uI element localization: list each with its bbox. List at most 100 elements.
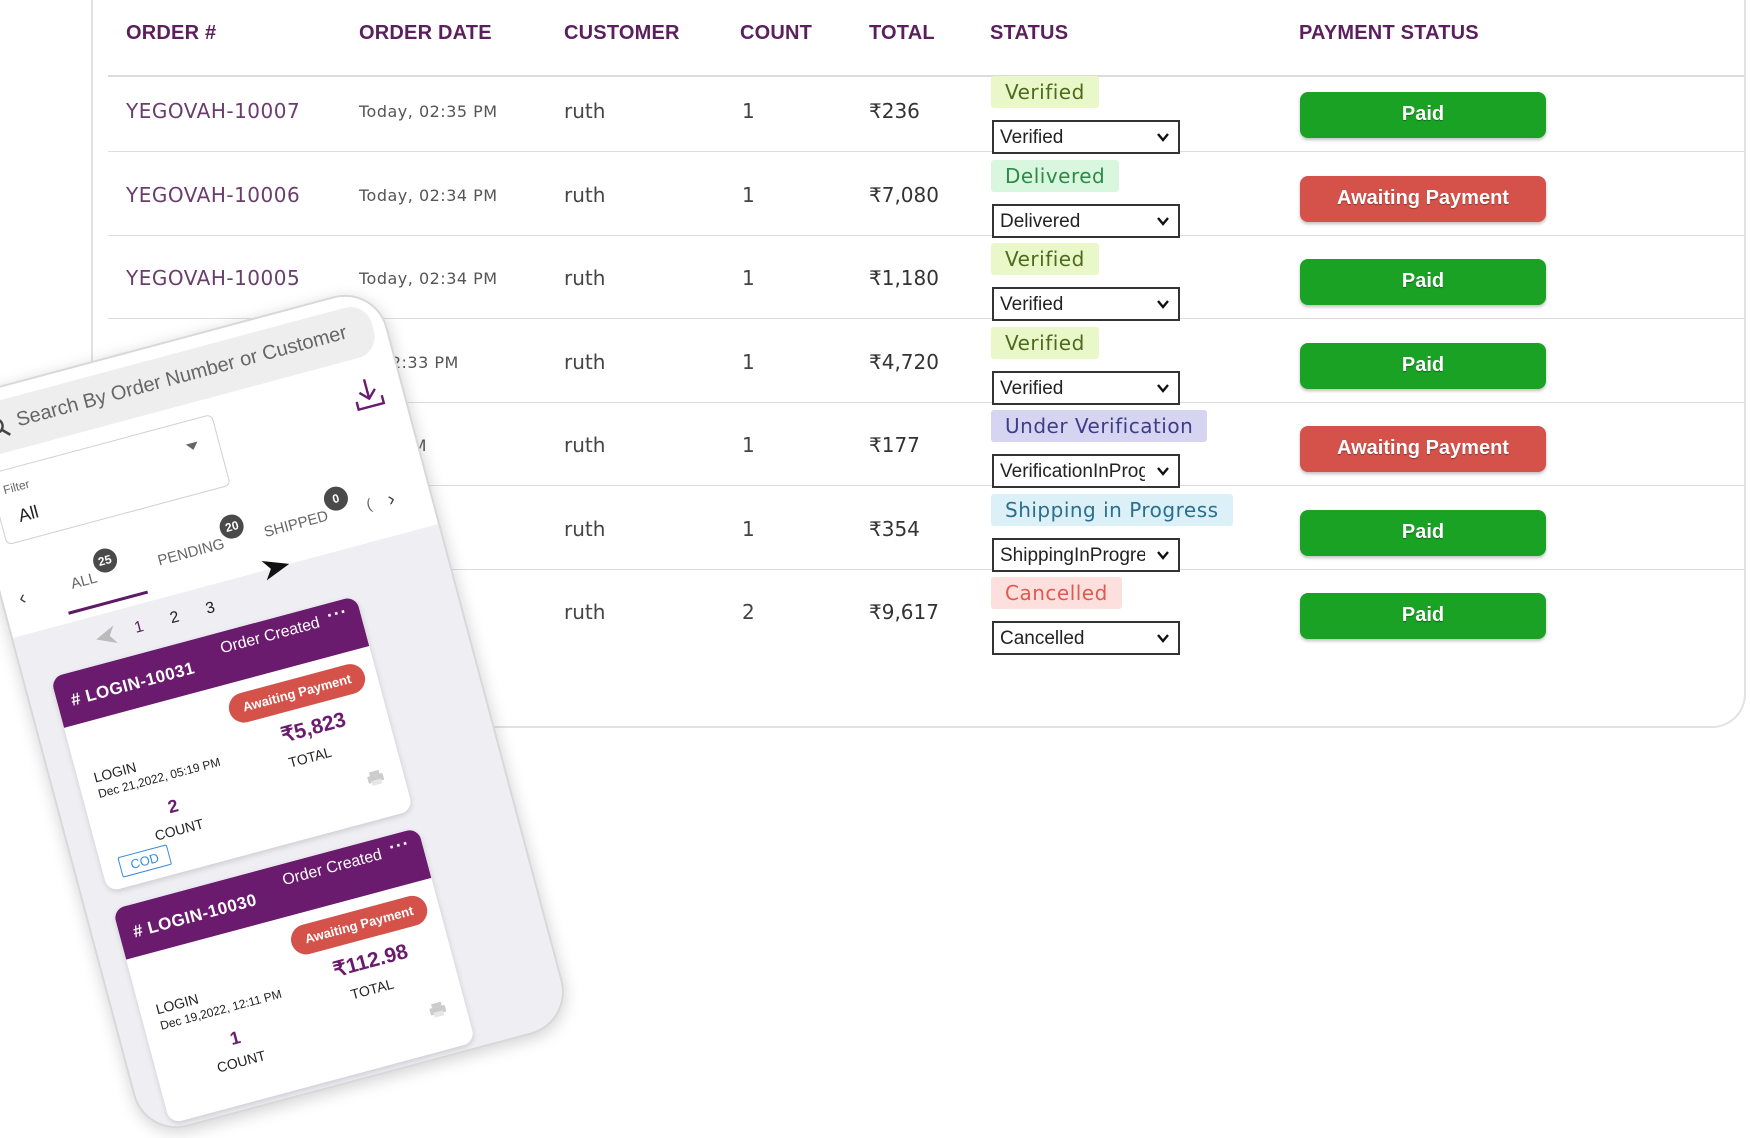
print-icon[interactable] xyxy=(366,769,385,787)
tab-shipped[interactable]: SHIPPED 0 xyxy=(262,483,351,542)
status-select-value: Verified xyxy=(1000,377,1064,399)
payment-status-button[interactable]: Awaiting Payment xyxy=(1300,175,1546,222)
order-total: ₹4,720 xyxy=(869,349,939,374)
status-select[interactable]: Cancelled xyxy=(992,621,1180,655)
order-number[interactable]: YEGOVAH-10006 xyxy=(126,183,300,207)
status-select[interactable]: Delivered xyxy=(992,203,1180,238)
item-count: 1 xyxy=(742,99,755,123)
order-date: Today, 02:34 PM xyxy=(359,269,498,288)
page-link[interactable]: 3 xyxy=(204,599,217,619)
prev-page-icon[interactable] xyxy=(91,623,120,650)
customer-name: ruth xyxy=(564,266,606,290)
payment-status-button[interactable]: Paid xyxy=(1300,92,1546,138)
filter-value: All xyxy=(16,501,41,526)
status-select[interactable]: Verified xyxy=(992,120,1180,154)
status-select[interactable]: Verified xyxy=(992,370,1180,405)
status-badge: Delivered xyxy=(991,159,1120,192)
order-card-state: Order Created xyxy=(280,846,384,890)
order-card-amount: ₹112.98 xyxy=(330,939,411,982)
tab-label: SHIPPED xyxy=(262,507,331,542)
print-icon[interactable] xyxy=(428,1001,447,1019)
order-number[interactable]: YEGOVAH-10007 xyxy=(126,99,300,123)
status-badge: Verified xyxy=(991,326,1099,359)
order-date: Today, 02:35 PM xyxy=(359,102,498,121)
status-select-value: VerificationInProgress xyxy=(1000,461,1145,482)
filter-label: Filter xyxy=(1,476,32,498)
header-customer[interactable]: CUSTOMER xyxy=(564,22,680,45)
status-select-value: Cancelled xyxy=(1000,628,1085,649)
order-number[interactable]: YEGOVAH-10005 xyxy=(126,266,300,290)
item-count: 1 xyxy=(742,349,755,374)
status-select[interactable]: Verified xyxy=(992,287,1180,321)
order-card-count-label: COUNT xyxy=(215,1047,268,1076)
payment-status-button[interactable]: Paid xyxy=(1300,593,1546,639)
table-row[interactable]: YEGOVAH-10006 Today, 02:34 PM ruth 1 ₹7,… xyxy=(108,152,1744,238)
customer-name: ruth xyxy=(564,99,606,123)
tab-all[interactable]: ALL 25 xyxy=(68,545,120,593)
customer-name: ruth xyxy=(564,516,606,541)
chevron-down-icon xyxy=(1157,550,1169,560)
download-icon[interactable] xyxy=(348,373,388,414)
search-placeholder: Search By Order Number or Customer xyxy=(14,321,350,432)
more-icon[interactable]: ··· xyxy=(324,601,350,627)
status-badge: Cancelled xyxy=(991,577,1122,609)
chevron-left-icon[interactable]: ‹ xyxy=(16,587,28,611)
tab-label: ( xyxy=(364,495,374,514)
order-total: ₹7,080 xyxy=(869,182,939,207)
header-payment-status[interactable]: PAYMENT STATUS xyxy=(1299,22,1479,45)
tab-pending[interactable]: PENDING 20 xyxy=(155,511,247,570)
status-select-value: Verified xyxy=(1000,294,1064,315)
order-card-total-label: TOTAL xyxy=(286,743,334,771)
order-card-total-label: TOTAL xyxy=(348,975,396,1003)
status-select-value: Verified xyxy=(1000,127,1064,148)
chevron-down-icon xyxy=(1157,133,1169,142)
payment-method-tag: COD xyxy=(117,844,172,878)
order-card-count: 2 xyxy=(165,795,181,818)
page-link[interactable]: 2 xyxy=(168,609,181,629)
caret-down-icon xyxy=(185,441,200,452)
customer-name: ruth xyxy=(564,433,606,457)
header-order-date[interactable]: ORDER DATE xyxy=(359,22,492,45)
order-card-number[interactable]: # LOGIN-10030 xyxy=(131,890,259,942)
order-total: ₹9,617 xyxy=(869,600,939,624)
header-total[interactable]: TOTAL xyxy=(869,22,935,45)
order-card-count-label: COUNT xyxy=(153,815,206,844)
tab-label: PENDING xyxy=(155,535,227,570)
status-badge: Verified xyxy=(991,243,1099,275)
payment-status-button[interactable]: Paid xyxy=(1300,509,1546,556)
payment-status-button[interactable]: Paid xyxy=(1300,342,1546,389)
customer-name: ruth xyxy=(564,349,606,374)
customer-name: ruth xyxy=(564,600,606,624)
chevron-right-icon[interactable]: › xyxy=(385,488,397,512)
chevron-down-icon xyxy=(1157,216,1169,226)
header-order[interactable]: ORDER # xyxy=(126,22,216,45)
search-icon xyxy=(0,418,11,436)
item-count: 1 xyxy=(742,516,755,541)
more-icon[interactable]: ··· xyxy=(387,833,413,859)
order-total: ₹177 xyxy=(869,433,920,457)
order-card-amount: ₹5,823 xyxy=(278,708,349,748)
order-total: ₹354 xyxy=(869,516,920,541)
tab-label: ALL xyxy=(68,569,100,593)
header-count[interactable]: COUNT xyxy=(740,22,812,45)
status-select[interactable]: ShippingInProgress xyxy=(992,537,1180,572)
item-count: 1 xyxy=(742,266,755,290)
header-status[interactable]: STATUS xyxy=(990,22,1068,45)
order-card-number[interactable]: # LOGIN-10031 xyxy=(69,658,197,710)
tab-more[interactable]: ( xyxy=(365,496,374,514)
chevron-down-icon xyxy=(1157,300,1169,309)
table-row[interactable]: YEGOVAH-10007 Today, 02:35 PM ruth 1 ₹23… xyxy=(108,68,1744,154)
customer-name: ruth xyxy=(564,182,606,207)
order-date: Today, 02:34 PM xyxy=(359,185,498,205)
chevron-down-icon xyxy=(1157,383,1169,393)
item-count: 1 xyxy=(742,182,755,207)
status-select-value: ShippingInProgress xyxy=(1000,544,1145,566)
payment-status-button[interactable]: Awaiting Payment xyxy=(1300,426,1546,472)
page-link[interactable]: 1 xyxy=(133,618,146,638)
payment-status-button[interactable]: Paid xyxy=(1300,259,1546,305)
status-badge: Verified xyxy=(991,76,1099,108)
item-count: 1 xyxy=(742,433,755,457)
table-header: ORDER # ORDER DATE CUSTOMER COUNT TOTAL … xyxy=(108,0,1744,77)
status-select[interactable]: VerificationInProgress xyxy=(992,454,1180,488)
status-badge: Under Verification xyxy=(991,410,1208,442)
